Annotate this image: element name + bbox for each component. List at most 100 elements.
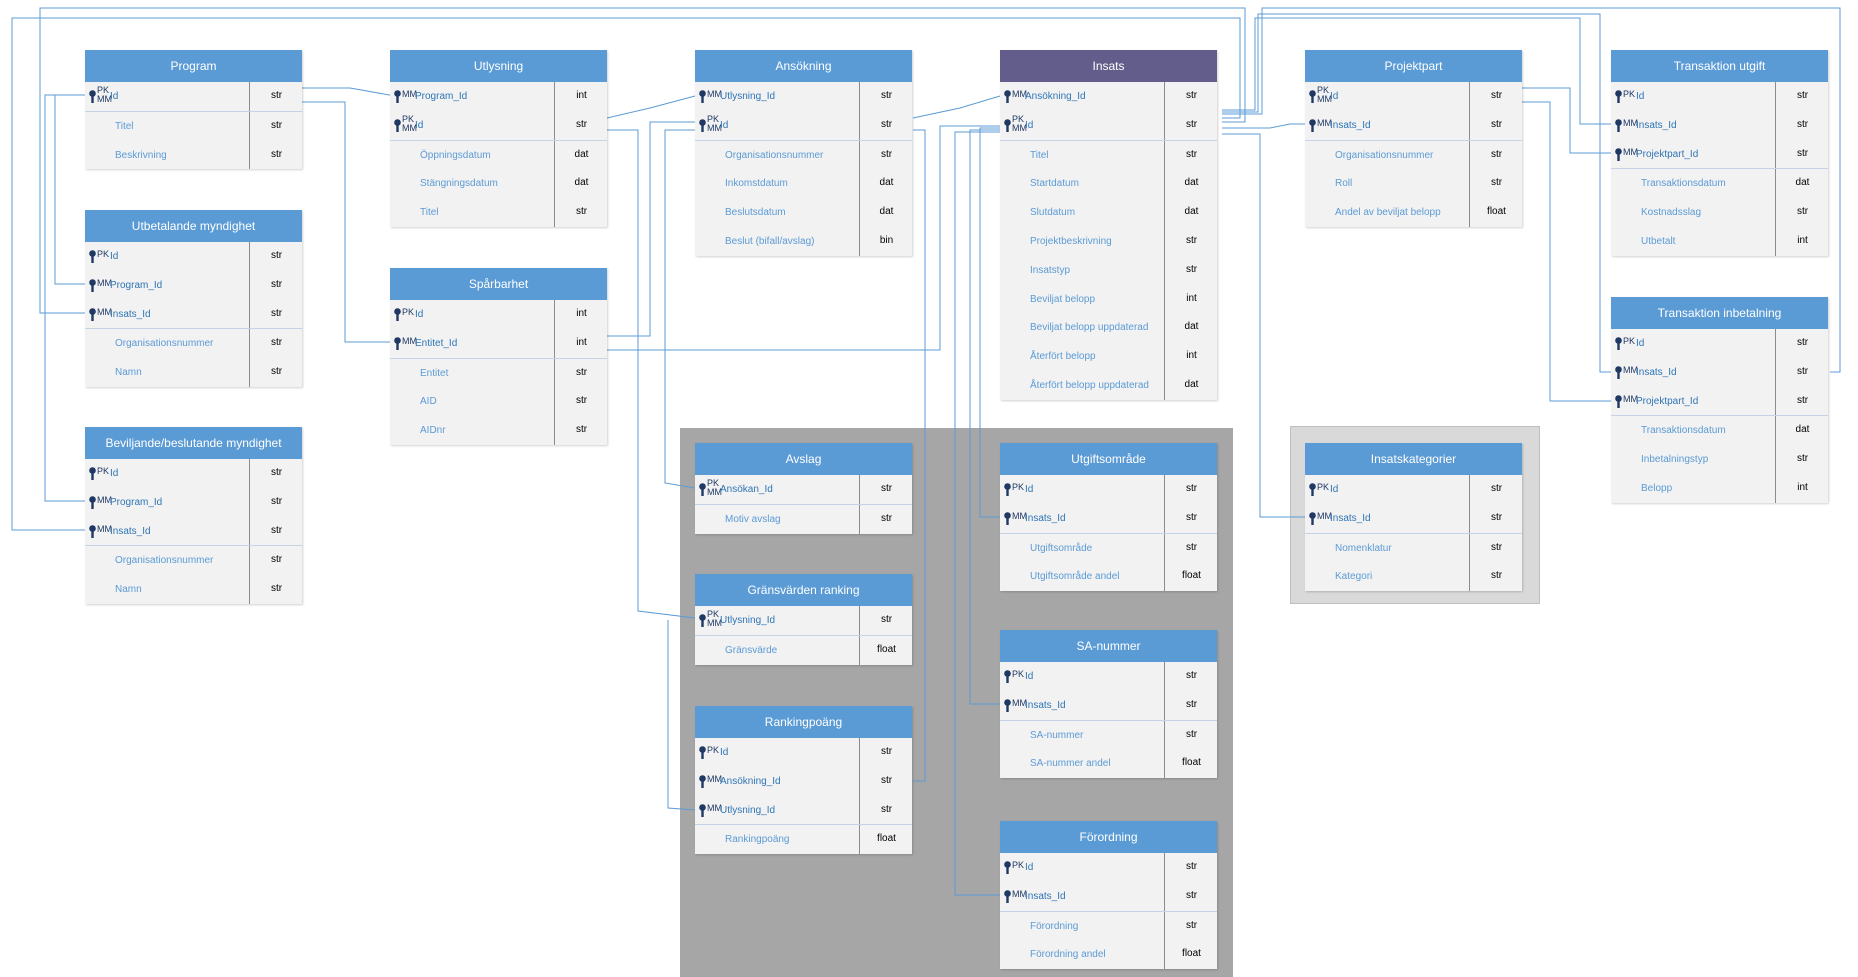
field-row-insats-id[interactable]: MM Insats_Id str	[1611, 357, 1828, 387]
field-row-id[interactable]: PK Id str	[85, 242, 302, 271]
field-row-program-id[interactable]: MM Program_Id str	[85, 487, 302, 517]
field-row-id[interactable]: PK Id str	[1611, 329, 1828, 358]
field-row-transaktionsdatum[interactable]: Transaktionsdatum dat	[1611, 168, 1828, 199]
field-row-slutdatum[interactable]: Slutdatum dat	[1000, 198, 1217, 227]
entity-utgiftsomrade[interactable]: Utgiftsområde PK Id str MM Insats_Id str Utgift…	[1000, 443, 1217, 592]
field-row-insats-id[interactable]: MM Insats_Id str	[1000, 881, 1217, 911]
field-row-id[interactable]: PK Id int	[390, 300, 607, 329]
field-row-id[interactable]: PK Id str	[85, 459, 302, 488]
entity-rankingpoang[interactable]: Rankingpoäng PK Id str MM Ansökning_Id str MM Ut…	[695, 706, 912, 855]
field-row-oppningsdatum[interactable]: Öppningsdatum dat	[390, 139, 607, 170]
field-row-organisationsnummer[interactable]: Organisationsnummer str	[85, 545, 302, 576]
field-row-beslut-bifall-avslag[interactable]: Beslut (bifall/avslag) bin	[695, 226, 912, 256]
field-row-insats-id[interactable]: MM Insats_Id str	[1305, 503, 1522, 533]
field-row-aidnr[interactable]: AIDnr str	[390, 416, 607, 445]
field-row-utlysning-id[interactable]: MM Utlysning_Id str	[695, 795, 912, 825]
field-row-beviljat-belopp-uppdaterad[interactable]: Beviljat belopp uppdaterad dat	[1000, 313, 1217, 343]
field-name: Id	[720, 119, 729, 131]
entity-insatskategorier[interactable]: Insatskategorier PK Id str MM Insats_Id str Nom…	[1305, 443, 1522, 592]
field-row-insatstyp[interactable]: Insatstyp str	[1000, 255, 1217, 285]
field-row-aterfort-belopp-uppdaterad[interactable]: Återfört belopp uppdaterad dat	[1000, 370, 1217, 400]
field-row-rankingpoang[interactable]: Rankingpoäng float	[695, 824, 912, 855]
field-row-projektbeskrivning[interactable]: Projektbeskrivning str	[1000, 226, 1217, 256]
field-row-titel[interactable]: Titel str	[1000, 139, 1217, 170]
entity-beviljande-beslutande-myndighet[interactable]: Beviljande/beslutande myndighet PK Id str MM…	[85, 427, 302, 604]
field-row-utlysning-id[interactable]: MM Utlysning_Id str	[695, 82, 912, 111]
entity-insats[interactable]: Insats MM Ansökning_Id str PK MM Id str Titel st…	[1000, 50, 1217, 400]
field-row-insats-id[interactable]: MM Insats_Id str	[1611, 110, 1828, 140]
field-row-nomenklatur[interactable]: Nomenklatur str	[1305, 532, 1522, 563]
field-row-aid[interactable]: AID str	[390, 387, 607, 417]
field-row-id[interactable]: PK Id str	[695, 738, 912, 767]
field-row-utlysning-id[interactable]: PK MM Utlysning_Id str	[695, 606, 912, 635]
field-row-entitet[interactable]: Entitet str	[390, 357, 607, 388]
field-row-utgiftsomrade-andel[interactable]: Utgiftsområde andel float	[1000, 562, 1217, 592]
entity-sparbarhet[interactable]: Spårbarhet PK Id int MM Entitet_Id int Entitet s…	[390, 268, 607, 445]
field-row-utbetalt[interactable]: Utbetalt int	[1611, 226, 1828, 256]
field-row-ansokning-id[interactable]: MM Ansökning_Id str	[695, 766, 912, 796]
field-row-forordning[interactable]: Förordning str	[1000, 910, 1217, 941]
field-row-titel[interactable]: Titel str	[390, 198, 607, 227]
field-row-sa-nummer-andel[interactable]: SA-nummer andel float	[1000, 749, 1217, 779]
field-row-id[interactable]: PK MM Id str	[695, 110, 912, 140]
field-row-beskrivning[interactable]: Beskrivning str	[85, 140, 302, 170]
key-icon	[699, 118, 706, 132]
field-row-id[interactable]: PK Id str	[1000, 662, 1217, 691]
field-row-roll[interactable]: Roll str	[1305, 169, 1522, 199]
entity-program[interactable]: Program PK MM Id str Titel str Beskrivning str	[85, 50, 302, 170]
entity-transaktion-inbetalning[interactable]: Transaktion inbetalning PK Id str MM Insats_I…	[1611, 297, 1828, 503]
field-row-belopp[interactable]: Belopp int	[1611, 473, 1828, 503]
field-row-id[interactable]: PK MM Id str	[85, 82, 302, 111]
field-row-titel[interactable]: Titel str	[85, 110, 302, 141]
field-row-namn[interactable]: Namn str	[85, 358, 302, 387]
field-row-organisationsnummer[interactable]: Organisationsnummer str	[695, 139, 912, 170]
field-row-startdatum[interactable]: Startdatum dat	[1000, 169, 1217, 199]
entity-projektpart[interactable]: Projektpart PK MM Id str MM Insats_Id str Organ…	[1305, 50, 1522, 227]
field-row-forordning-andel[interactable]: Förordning andel float	[1000, 940, 1217, 970]
field-row-program-id[interactable]: MM Program_Id str	[85, 270, 302, 300]
field-row-kostnadsslag[interactable]: Kostnadsslag str	[1611, 198, 1828, 227]
field-row-insats-id[interactable]: MM Insats_Id str	[85, 516, 302, 546]
field-row-insats-id[interactable]: MM Insats_Id str	[1000, 503, 1217, 533]
field-row-ansokan-id[interactable]: PK MM Ansökan_Id str	[695, 475, 912, 504]
field-row-id[interactable]: PK Id str	[1305, 475, 1522, 504]
field-row-beslutsdatum[interactable]: Beslutsdatum dat	[695, 198, 912, 227]
field-row-aterfort-belopp[interactable]: Återfört belopp int	[1000, 342, 1217, 371]
field-row-inkomstdatum[interactable]: Inkomstdatum dat	[695, 169, 912, 199]
entity-transaktion-utgift[interactable]: Transaktion utgift PK Id str MM Insats_Id str M…	[1611, 50, 1828, 256]
field-row-inbetalningstyp[interactable]: Inbetalningstyp str	[1611, 445, 1828, 474]
entity-gransvarden-ranking[interactable]: Gränsvärden ranking PK MM Utlysning_Id str G…	[695, 574, 912, 665]
field-row-id[interactable]: PK Id str	[1611, 82, 1828, 111]
field-row-id[interactable]: PK Id str	[1000, 475, 1217, 504]
entity-utlysning[interactable]: Utlysning MM Program_Id int PK MM Id str Öppnin…	[390, 50, 607, 227]
entity-forordning[interactable]: Förordning PK Id str MM Insats_Id str Förordnin…	[1000, 821, 1217, 970]
field-row-stangningsdatum[interactable]: Stängningsdatum dat	[390, 169, 607, 199]
field-row-sa-nummer[interactable]: SA-nummer str	[1000, 719, 1217, 750]
field-row-insats-id[interactable]: MM Insats_Id str	[1000, 690, 1217, 720]
field-row-program-id[interactable]: MM Program_Id int	[390, 82, 607, 111]
field-row-namn[interactable]: Namn str	[85, 575, 302, 604]
entity-avslag[interactable]: Avslag PK MM Ansökan_Id str Motiv avslag str	[695, 443, 912, 534]
entity-ansokning[interactable]: Ansökning MM Utlysning_Id str PK MM Id str Orga…	[695, 50, 912, 256]
field-row-entitet-id[interactable]: MM Entitet_Id int	[390, 328, 607, 358]
field-row-id[interactable]: PK MM Id str	[1305, 82, 1522, 111]
field-row-projektpart-id[interactable]: MM Projektpart_Id str	[1611, 386, 1828, 416]
field-row-transaktionsdatum[interactable]: Transaktionsdatum dat	[1611, 415, 1828, 446]
field-row-motiv-avslag[interactable]: Motiv avslag str	[695, 503, 912, 534]
field-row-id[interactable]: PK MM Id str	[390, 110, 607, 140]
entity-utbetalande-myndighet[interactable]: Utbetalande myndighet PK Id str MM Program_Id…	[85, 210, 302, 387]
field-row-ansokning-id[interactable]: MM Ansökning_Id str	[1000, 82, 1217, 111]
field-row-id[interactable]: PK MM Id str	[1000, 110, 1217, 140]
field-row-andel-av-beviljat-belopp[interactable]: Andel av beviljat belopp float	[1305, 198, 1522, 227]
field-row-organisationsnummer[interactable]: Organisationsnummer str	[1305, 139, 1522, 170]
field-row-id[interactable]: PK Id str	[1000, 853, 1217, 882]
field-row-beviljat-belopp[interactable]: Beviljat belopp int	[1000, 284, 1217, 314]
field-row-projektpart-id[interactable]: MM Projektpart_Id str	[1611, 139, 1828, 169]
entity-sa-nummer[interactable]: SA-nummer PK Id str MM Insats_Id str SA-nummer s…	[1000, 630, 1217, 779]
field-row-organisationsnummer[interactable]: Organisationsnummer str	[85, 328, 302, 359]
field-row-insats-id[interactable]: MM Insats_Id str	[1305, 110, 1522, 140]
field-row-utgiftsomrade[interactable]: Utgiftsområde str	[1000, 532, 1217, 563]
field-row-gransvarde[interactable]: Gränsvärde float	[695, 634, 912, 665]
field-row-insats-id[interactable]: MM Insats_Id str	[85, 299, 302, 329]
field-row-kategori[interactable]: Kategori str	[1305, 562, 1522, 592]
